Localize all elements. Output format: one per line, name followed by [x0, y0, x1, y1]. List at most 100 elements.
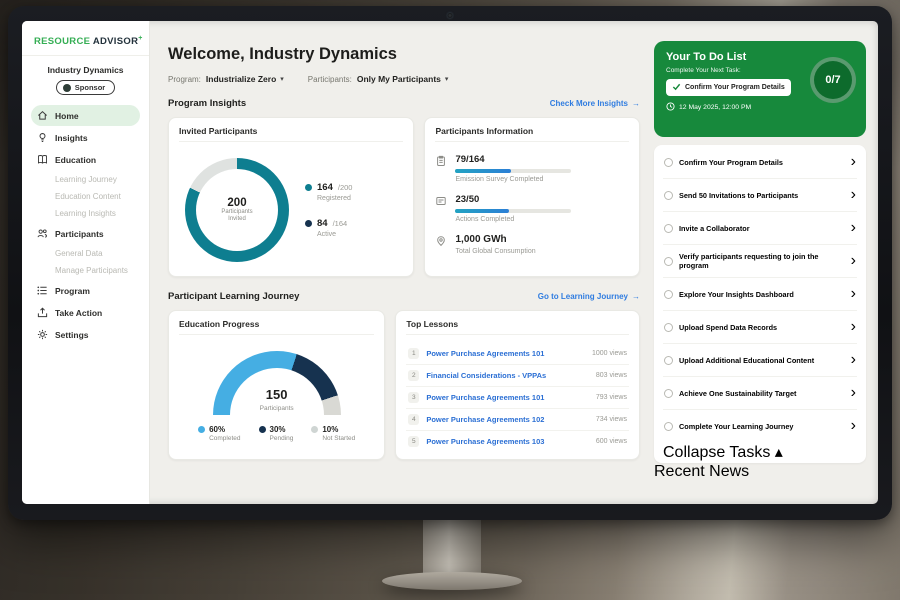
location-pin-icon	[435, 235, 447, 247]
task-checkbox[interactable]	[664, 191, 673, 200]
sponsor-badge-label: Sponsor	[75, 83, 105, 92]
education-progress-card: Education Progress 150 Participants 60%	[168, 310, 385, 460]
sidebar-item-participants[interactable]: Participants	[31, 223, 140, 244]
due-date: 12 May 2025, 12:00 PM	[666, 102, 854, 113]
chevron-down-icon: ▾	[280, 75, 284, 83]
next-task-chip[interactable]: Confirm Your Program Details	[666, 79, 791, 96]
invited-participants-card: Invited Participants 200 Participants In…	[168, 117, 414, 277]
task-item[interactable]: Confirm Your Program Details ›	[663, 146, 857, 179]
chevron-right-icon[interactable]: ›	[851, 285, 856, 303]
task-checkbox[interactable]	[664, 224, 673, 233]
participants-dropdown[interactable]: Only My Participants ▾	[357, 74, 449, 84]
sidebar-item-settings[interactable]: Settings	[31, 324, 140, 345]
collapse-tasks-button[interactable]: Collapse Tasks ▴	[663, 442, 857, 462]
people-icon	[37, 228, 48, 239]
monitor-stand-base	[382, 572, 522, 590]
sponsor-icon	[63, 84, 71, 92]
task-item[interactable]: Explore Your Insights Dashboard ›	[663, 278, 857, 311]
chevron-right-icon[interactable]: ›	[851, 252, 856, 270]
task-checkbox[interactable]	[664, 158, 673, 167]
program-dropdown[interactable]: Industrialize Zero ▾	[206, 74, 284, 84]
task-checkbox[interactable]	[664, 290, 673, 299]
sidebar: RESOURCE ADVISOR+ Industry Dynamics Spon…	[22, 21, 150, 504]
legend-item-active: 84 /164 Active	[305, 218, 352, 238]
monitor-bezel: RESOURCE ADVISOR+ Industry Dynamics Spon…	[8, 6, 892, 520]
actions-progress-bar	[455, 209, 571, 213]
lesson-row[interactable]: 5 Power Purchase Agreements 103 600 view…	[406, 431, 629, 452]
sidebar-item-general-data[interactable]: General Data	[22, 245, 149, 262]
task-checkbox[interactable]	[664, 356, 673, 365]
chevron-right-icon[interactable]: ›	[851, 417, 856, 435]
clipboard-icon	[435, 155, 447, 167]
book-icon	[37, 154, 48, 165]
todo-progress-ring: 0/7	[810, 57, 856, 103]
completed-dot	[198, 426, 205, 433]
task-checkbox[interactable]	[664, 323, 673, 332]
sidebar-item-learning-journey[interactable]: Learning Journey	[22, 171, 149, 188]
chevron-right-icon[interactable]: ›	[851, 384, 856, 402]
page-title: Welcome, Industry Dynamics	[168, 45, 640, 64]
lesson-row[interactable]: 3 Power Purchase Agreements 101 793 view…	[406, 387, 629, 409]
app-logo[interactable]: RESOURCE ADVISOR+	[22, 33, 149, 56]
filter-bar: Program: Industrialize Zero ▾ Participan…	[168, 74, 640, 84]
chevron-right-icon[interactable]: ›	[851, 351, 856, 369]
todo-panel: Your To Do List Complete Your Next Task:…	[654, 21, 866, 504]
emission-progress-bar	[455, 169, 571, 173]
chevron-right-icon[interactable]: ›	[851, 186, 856, 204]
home-icon	[37, 110, 48, 121]
learning-cards-row: Education Progress 150 Participants 60%	[168, 310, 640, 460]
sidebar-item-manage-participants[interactable]: Manage Participants	[22, 262, 149, 279]
insights-cards-row: Invited Participants 200 Participants In…	[168, 117, 640, 277]
task-item[interactable]: Upload Additional Educational Content ›	[663, 344, 857, 377]
arrow-right-icon: →	[632, 99, 640, 108]
task-item[interactable]: Verify participants requesting to join t…	[663, 245, 857, 278]
recent-news-header[interactable]: Recent News	[654, 463, 866, 481]
chevron-right-icon[interactable]: ›	[851, 219, 856, 237]
donut-legend: 164 /200 Registered 84 /164	[305, 182, 352, 238]
donut-center-value: 200	[227, 197, 246, 209]
gauge-center-value: 150	[213, 387, 341, 402]
participants-filter-label: Participants:	[308, 75, 352, 84]
task-item[interactable]: Invite a Collaborator ›	[663, 212, 857, 245]
clock-icon	[666, 102, 675, 113]
task-checkbox[interactable]	[664, 257, 673, 266]
sidebar-item-education[interactable]: Education	[31, 149, 140, 170]
lesson-row[interactable]: 2 Financial Considerations - VPPAs 803 v…	[406, 365, 629, 387]
checklist-icon	[435, 195, 447, 207]
check-icon	[672, 82, 681, 93]
task-item[interactable]: Upload Spend Data Records ›	[663, 311, 857, 344]
sidebar-item-program[interactable]: Program	[31, 280, 140, 301]
gear-icon	[37, 329, 48, 340]
chevron-right-icon[interactable]: ›	[851, 153, 856, 171]
gauge-legend: 60% Completed 30% Pending 10% Not Starte…	[198, 425, 355, 442]
top-lessons-card: Top Lessons 1 Power Purchase Agreements …	[395, 310, 640, 460]
registered-dot	[305, 184, 312, 191]
todo-summary-card: Your To Do List Complete Your Next Task:…	[654, 41, 866, 137]
program-filter: Program: Industrialize Zero ▾	[168, 74, 284, 84]
chevron-right-icon[interactable]: ›	[851, 318, 856, 336]
task-checkbox[interactable]	[664, 389, 673, 398]
not-started-dot	[311, 426, 318, 433]
task-item[interactable]: Achieve One Sustainability Target ›	[663, 377, 857, 410]
legend-item-completed: 60% Completed	[198, 425, 240, 442]
invited-donut-chart: 200 Participants Invited	[185, 158, 289, 262]
task-checkbox[interactable]	[664, 422, 673, 431]
legend-item-pending: 30% Pending	[259, 425, 294, 442]
learning-journey-header: Participant Learning Journey Go to Learn…	[168, 291, 640, 302]
sidebar-item-learning-insights[interactable]: Learning Insights	[22, 205, 149, 222]
participants-filter: Participants: Only My Participants ▾	[308, 74, 449, 84]
participants-information-card: Participants Information 79/164 Emission…	[424, 117, 640, 277]
lesson-row[interactable]: 4 Power Purchase Agreements 102 734 view…	[406, 409, 629, 431]
section-title: Participant Learning Journey	[168, 291, 299, 302]
sidebar-item-insights[interactable]: Insights	[31, 127, 140, 148]
lesson-row[interactable]: 1 Power Purchase Agreements 101 1000 vie…	[406, 343, 629, 365]
task-item[interactable]: Complete Your Learning Journey ›	[663, 410, 857, 442]
sidebar-item-take-action[interactable]: Take Action	[31, 302, 140, 323]
check-more-insights-link[interactable]: Check More Insights →	[550, 99, 640, 108]
go-to-learning-journey-link[interactable]: Go to Learning Journey →	[538, 292, 640, 301]
sidebar-item-education-content[interactable]: Education Content	[22, 188, 149, 205]
program-insights-header: Program Insights Check More Insights →	[168, 98, 640, 109]
sidebar-item-home[interactable]: Home	[31, 105, 140, 126]
main-content: Welcome, Industry Dynamics Program: Indu…	[150, 21, 654, 504]
task-item[interactable]: Send 50 Invitations to Participants ›	[663, 179, 857, 212]
